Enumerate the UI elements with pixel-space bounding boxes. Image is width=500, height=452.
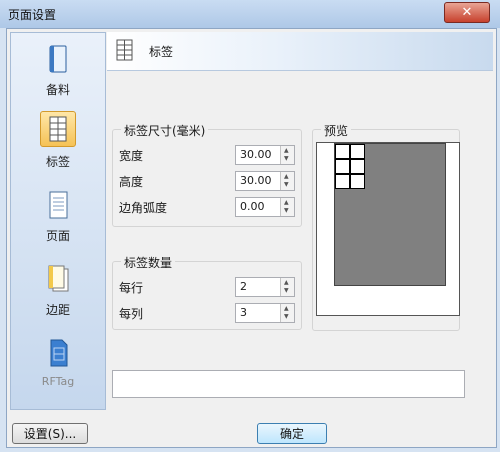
corner-radius-row: 边角弧度 0.00 ▲ ▼ xyxy=(119,197,297,217)
close-button[interactable]: ✕ xyxy=(444,2,490,23)
sidebar-item-label: 备料 xyxy=(45,83,70,97)
sidebar: 备料 标签 页面 边距 RFTag xyxy=(10,32,106,410)
height-stepper-arrows[interactable]: ▲ ▼ xyxy=(280,172,294,190)
sidebar-item-label: 页面 xyxy=(45,229,70,243)
width-row: 宽度 30.00 ▲ ▼ xyxy=(119,145,297,165)
settings-button[interactable]: 设置(S)... xyxy=(12,423,88,444)
ok-button[interactable]: 确定 xyxy=(257,423,327,444)
dialog-client: 备料 标签 页面 边距 RFTag 标签 标签尺寸(毫米) 宽度 30.00 ▲… xyxy=(6,28,497,448)
arrow-up-icon[interactable]: ▲ xyxy=(284,174,289,180)
sidebar-item-materials[interactable]: 备料 xyxy=(17,39,99,103)
page-icon xyxy=(43,189,73,221)
preview-group: 预览 xyxy=(312,122,460,331)
section-header: 标签 xyxy=(107,32,493,71)
height-value: 30.00 xyxy=(240,174,272,187)
arrow-down-icon[interactable]: ▼ xyxy=(284,314,289,320)
book-icon xyxy=(43,43,73,75)
per-row-row: 每行 2 ▲ ▼ xyxy=(119,277,297,297)
preview-label-cell xyxy=(335,159,350,174)
per-column-stepper-arrows[interactable]: ▲ ▼ xyxy=(280,304,294,322)
label-size-group: 标签尺寸(毫米) 宽度 30.00 ▲ ▼ 高度 30.00 ▲ ▼ 边角弧度 … xyxy=(112,122,302,227)
sidebar-item-label: 标签 xyxy=(45,155,70,169)
label-count-group: 标签数量 每行 2 ▲ ▼ 每列 3 ▲ ▼ xyxy=(112,254,302,330)
preview-paper xyxy=(316,142,460,316)
preview-label-sheet xyxy=(334,143,446,286)
height-label: 高度 xyxy=(119,175,144,189)
arrow-up-icon[interactable]: ▲ xyxy=(284,280,289,286)
window-title: 页面设置 xyxy=(8,8,57,22)
per-column-row: 每列 3 ▲ ▼ xyxy=(119,303,297,323)
width-label: 宽度 xyxy=(119,149,144,163)
arrow-down-icon[interactable]: ▼ xyxy=(284,156,289,162)
section-title: 标签 xyxy=(149,45,174,59)
per-row-value: 2 xyxy=(240,280,247,293)
width-stepper[interactable]: 30.00 ▲ ▼ xyxy=(235,145,295,165)
preview-label-cell xyxy=(350,144,365,159)
arrow-up-icon[interactable]: ▲ xyxy=(284,306,289,312)
status-box xyxy=(112,370,465,398)
per-column-value: 3 xyxy=(240,306,247,319)
sidebar-item-label-settings[interactable]: 标签 xyxy=(17,109,99,173)
rftag-icon xyxy=(43,337,73,369)
corner-radius-label: 边角弧度 xyxy=(119,201,168,215)
sidebar-item-margins[interactable]: 边距 xyxy=(17,259,99,323)
arrow-down-icon[interactable]: ▼ xyxy=(284,288,289,294)
sidebar-item-label: 边距 xyxy=(45,303,70,317)
per-column-label: 每列 xyxy=(119,307,144,321)
arrow-down-icon[interactable]: ▼ xyxy=(284,182,289,188)
close-icon: ✕ xyxy=(461,5,473,20)
corner-radius-value: 0.00 xyxy=(240,200,265,213)
height-row: 高度 30.00 ▲ ▼ xyxy=(119,171,297,191)
height-stepper[interactable]: 30.00 ▲ ▼ xyxy=(235,171,295,191)
arrow-up-icon[interactable]: ▲ xyxy=(284,200,289,206)
label-grid-icon xyxy=(114,38,136,62)
per-row-stepper[interactable]: 2 ▲ ▼ xyxy=(235,277,295,297)
per-column-stepper[interactable]: 3 ▲ ▼ xyxy=(235,303,295,323)
preview-label-cell xyxy=(335,144,350,159)
label-count-legend: 标签数量 xyxy=(121,254,176,271)
per-row-stepper-arrows[interactable]: ▲ ▼ xyxy=(280,278,294,296)
preview-label-cell xyxy=(350,174,365,189)
sidebar-item-label: RFTag xyxy=(41,375,75,388)
corner-radius-stepper[interactable]: 0.00 ▲ ▼ xyxy=(235,197,295,217)
sidebar-item-rftag[interactable]: RFTag xyxy=(17,333,99,397)
arrow-down-icon[interactable]: ▼ xyxy=(284,208,289,214)
width-value: 30.00 xyxy=(240,148,272,161)
label-size-legend: 标签尺寸(毫米) xyxy=(121,122,209,139)
margin-icon xyxy=(43,263,73,295)
sidebar-item-page[interactable]: 页面 xyxy=(17,185,99,249)
preview-legend: 预览 xyxy=(321,122,352,139)
per-row-label: 每行 xyxy=(119,281,144,295)
label-grid-icon xyxy=(40,111,76,147)
preview-label-cell xyxy=(335,174,350,189)
preview-label-cell xyxy=(350,159,365,174)
title-bar[interactable]: 页面设置 ✕ xyxy=(0,0,500,28)
page-setup-dialog: 页面设置 ✕ 备料 标签 页面 边距 RFTag 标签 标签尺寸(毫米) 宽度 … xyxy=(0,0,500,452)
corner-radius-stepper-arrows[interactable]: ▲ ▼ xyxy=(280,198,294,216)
arrow-up-icon[interactable]: ▲ xyxy=(284,148,289,154)
width-stepper-arrows[interactable]: ▲ ▼ xyxy=(280,146,294,164)
